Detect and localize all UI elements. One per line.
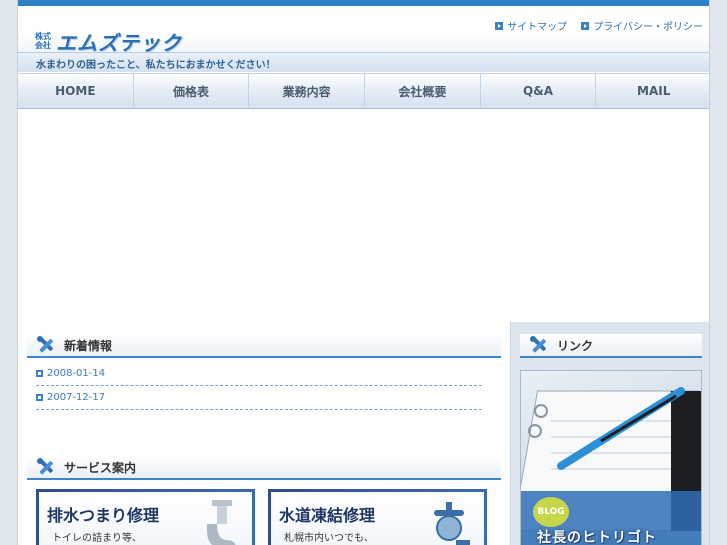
drain-pipe-icon (207, 500, 236, 545)
news-date: 2007-12-17 (47, 392, 106, 403)
tagline-bar: 水まわりの困ったこと、私たちにおまかせください！ (18, 52, 709, 72)
page: 株式 会社 エムズテック サイトマップ プライバシー・ポリシー 水まわりの困った… (17, 0, 710, 545)
service-card-body: 水道凍結修理 札幌市内いつでも、 (271, 492, 484, 545)
links-title: リンク (557, 338, 594, 353)
bullet-icon (36, 370, 43, 377)
news-title: 新着情報 (64, 338, 113, 353)
service-text: トイレの詰まり等、 (52, 533, 142, 544)
company-logo[interactable]: 株式 会社 エムズテック (34, 28, 182, 55)
nav-mail[interactable]: MAIL (596, 74, 709, 108)
nav-home[interactable]: HOME (18, 74, 134, 108)
main-column: 新着情報 2008-01-14 2007-12-17 サービス案内 排水つまり修… (27, 334, 501, 545)
arrow-square-icon (581, 21, 590, 30)
nav-services[interactable]: 業務内容 (249, 74, 366, 108)
blog-badge: BLOG (533, 497, 569, 527)
news-item[interactable]: 2008-01-14 (36, 362, 482, 386)
logo-kabushiki: 株式 会社 (35, 32, 51, 50)
nav-price-list[interactable]: 価格表 (134, 74, 250, 108)
services-list: 排水つまり修理 トイレの詰まり等、 水道凍結修理 札幌市内いつでも、 (27, 489, 501, 545)
news-item[interactable]: 2007-12-17 (36, 386, 482, 410)
service-title: 水道凍結修理 (279, 506, 376, 525)
main-nav: HOME 価格表 業務内容 会社概要 Q&A MAIL (18, 73, 709, 109)
links-section-header: リンク (520, 334, 702, 358)
news-section-header: 新着情報 (27, 334, 501, 358)
tagline: 水まわりの困ったこと、私たちにおまかせください！ (36, 60, 276, 71)
nav-qa[interactable]: Q&A (481, 74, 597, 108)
blog-banner[interactable]: BLOG 社長のヒトリゴト (520, 370, 702, 545)
services-section-header: サービス案内 (27, 456, 501, 480)
arrow-square-icon (495, 21, 504, 30)
blog-title: 社長のヒトリゴト (537, 530, 657, 545)
bullet-icon (36, 394, 43, 401)
tools-icon (37, 458, 53, 475)
privacy-policy-link[interactable]: プライバシー・ポリシー (581, 18, 703, 33)
service-freeze-repair[interactable]: 水道凍結修理 札幌市内いつでも、 (268, 489, 487, 545)
service-title: 排水つまり修理 (47, 506, 160, 525)
utility-links: サイトマップ プライバシー・ポリシー (495, 18, 703, 33)
service-text: 札幌市内いつでも、 (284, 533, 374, 544)
sitemap-link[interactable]: サイトマップ (495, 18, 567, 33)
services-title: サービス案内 (64, 460, 137, 475)
sidebar: リンク BLOG 社長のヒトリゴト (510, 322, 709, 545)
hero-area (18, 110, 709, 322)
tools-icon (37, 336, 53, 353)
faucet-icon (434, 502, 470, 545)
header: 株式 会社 エムズテック サイトマップ プライバシー・ポリシー (18, 6, 709, 55)
service-drain-repair[interactable]: 排水つまり修理 トイレの詰まり等、 (36, 489, 255, 545)
service-card-body: 排水つまり修理 トイレの詰まり等、 (39, 492, 252, 545)
nav-company[interactable]: 会社概要 (365, 74, 481, 108)
news-date: 2008-01-14 (47, 368, 106, 379)
news-list: 2008-01-14 2007-12-17 (27, 362, 501, 410)
tools-icon (530, 336, 546, 353)
